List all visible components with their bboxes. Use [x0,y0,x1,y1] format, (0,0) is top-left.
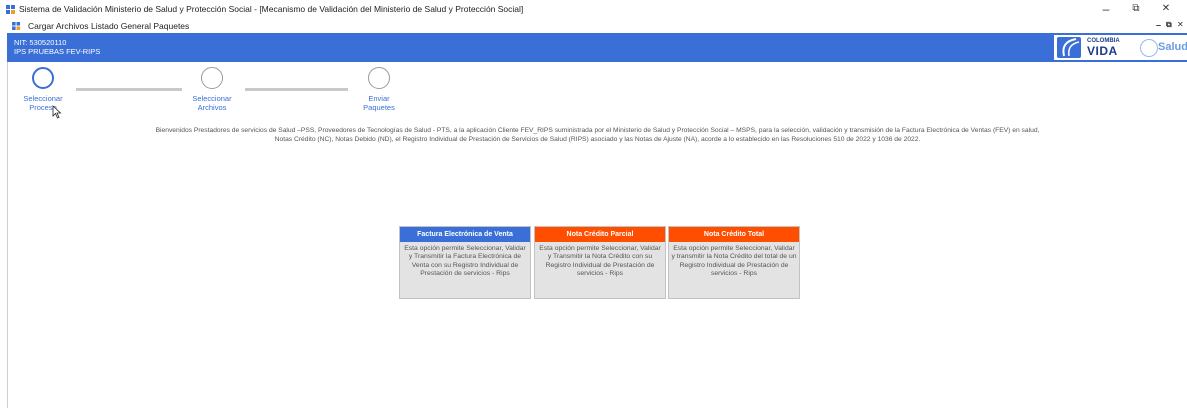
option-button-nota-credito-total[interactable]: Nota Crédito Total [669,227,799,242]
nit-label: NIT: 530520110 [14,38,67,47]
title-bar: Sistema de Validación Ministerio de Salu… [0,0,1187,20]
step-label-seleccionar-proceso[interactable]: Seleccionar Proceso [13,94,73,112]
option-description: Esta opción permite Seleccionar, Validar… [539,245,661,277]
logo-salud-text: Salud [1158,41,1187,53]
option-card-nota-credito-parcial[interactable]: Nota Crédito Parcial Esta opción permite… [534,226,666,299]
option-button-nota-credito-parcial[interactable]: Nota Crédito Parcial [535,227,665,242]
content-left-border [7,62,8,408]
menu-item-cargar-archivos[interactable]: Cargar Archivos [28,21,88,31]
menu-bar: Cargar Archivos Listado General Paquetes… [0,20,1187,33]
option-description: Esta opción permite Seleccionar, Validar… [404,245,526,277]
step-label-enviar-paquetes[interactable]: Enviar Paquetes [349,94,409,112]
ips-label: IPS PRUEBAS FEV-RIPS [14,47,101,56]
step-circle-enviar-paquetes[interactable] [368,67,390,89]
maximize-button[interactable]: ⧉ [1126,2,1146,16]
close-button[interactable]: ✕ [1156,2,1176,16]
option-card-nota-credito-total[interactable]: Nota Crédito Total Esta opción permite S… [668,226,800,299]
mdi-restore-button[interactable]: ⧉ [1166,20,1172,30]
colombia-vida-salud-logo: COLOMBIA VIDA Salud [1054,35,1187,60]
step-connector [245,88,348,91]
logo-emblem-icon [1057,37,1081,58]
step-circle-seleccionar-proceso[interactable] [32,67,54,89]
option-card-factura-electronica[interactable]: Factura Electrónica de Venta Esta opción… [399,226,531,299]
mouse-cursor-icon [52,105,62,119]
step-label-seleccionar-archivos[interactable]: Seleccionar Archivos [182,94,242,112]
mdi-close-button[interactable]: ✕ [1177,20,1184,29]
mdi-app-icon[interactable] [12,22,21,30]
step-connector [76,88,182,91]
welcome-text: Bienvenidos Prestadores de servicios de … [155,127,1040,143]
shield-icon [1140,39,1158,57]
logo-vida-text: VIDA [1087,44,1118,58]
step-circle-seleccionar-archivos[interactable] [201,67,223,89]
minimize-button[interactable]: – [1096,2,1116,16]
option-description: Esta opción permite Seleccionar, Validar… [671,245,797,277]
header-band: NIT: 530520110 IPS PRUEBAS FEV-RIPS COLO… [7,33,1187,62]
option-button-factura-electronica[interactable]: Factura Electrónica de Venta [400,227,530,242]
window-title: Sistema de Validación Ministerio de Salu… [19,4,524,14]
menu-item-listado-general-paquetes[interactable]: Listado General Paquetes [91,21,189,31]
mdi-minimize-button[interactable]: – [1156,20,1161,30]
app-icon [6,5,15,14]
